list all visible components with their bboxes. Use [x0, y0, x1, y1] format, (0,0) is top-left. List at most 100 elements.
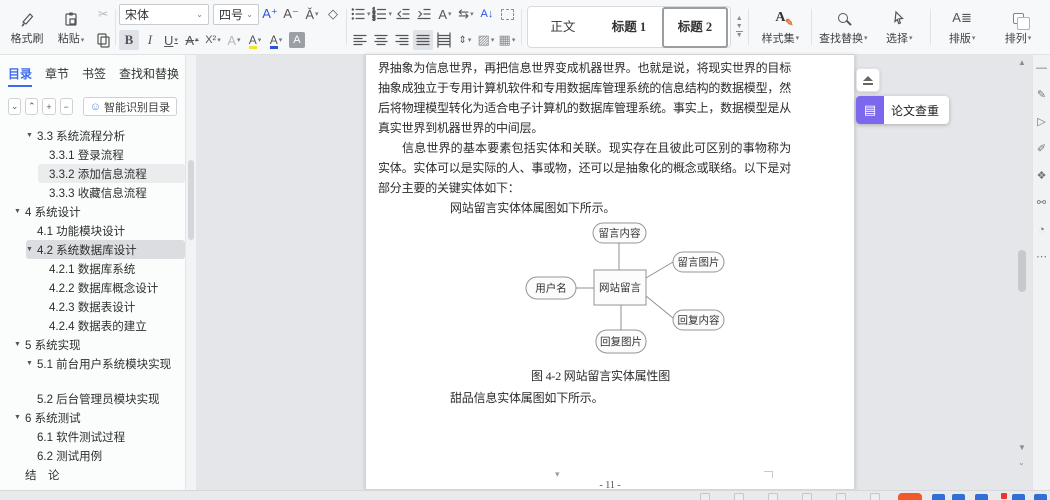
paste-button[interactable]: 粘贴▾ — [50, 2, 92, 52]
find-replace-button[interactable]: 查找替换▾ — [815, 2, 871, 52]
status-icon[interactable] — [836, 493, 846, 500]
toc-zoom-out-button[interactable]: − — [60, 98, 73, 115]
layout-button[interactable]: A≣ 排版▾ — [934, 2, 990, 52]
plagiarism-check-button[interactable]: ▤ 论文查重 — [856, 96, 949, 124]
strikethrough-button[interactable]: A▾ — [182, 30, 202, 50]
clear-format-icon[interactable]: ◇ — [323, 4, 343, 24]
text-effects-icon[interactable]: A▾ — [224, 30, 244, 50]
ribbon-separator — [811, 9, 812, 45]
cut-icon[interactable]: ✂ — [94, 5, 112, 23]
toc-item[interactable]: ▼ 3.3.3 收藏信息流程 — [38, 183, 185, 202]
toc-item[interactable]: ▼ 结 论 — [14, 465, 185, 484]
toc-item[interactable]: ▼ 4.2.4 数据表的建立 — [38, 316, 185, 335]
shrink-font-icon[interactable]: A⁻ — [281, 4, 301, 24]
style-gallery-item[interactable]: 正文 — [530, 7, 596, 48]
sidebar-scrollbar-thumb[interactable] — [188, 160, 194, 240]
scroll-up-arrow[interactable]: ▲ — [1018, 58, 1026, 67]
sidebar-tab[interactable]: 章节 — [45, 65, 69, 87]
toc-expand-button[interactable]: ⌄ — [8, 98, 21, 115]
attribute-label: 留言内容 — [599, 227, 641, 240]
seal-icon[interactable]: ❖ — [1037, 169, 1047, 182]
toc-item[interactable]: ▼ 4 系统设计 — [14, 202, 185, 221]
borders-button[interactable]: ▦▾ — [497, 30, 517, 50]
font-size-select[interactable]: 四号⌄ — [213, 4, 259, 25]
toc-item[interactable]: ▼ 3.3 系统流程分析 — [26, 126, 185, 145]
line-spacing-button[interactable]: ⇕▾ — [455, 30, 475, 50]
numbered-list-button[interactable]: 123▾ — [371, 4, 392, 24]
pinyin-guide-icon[interactable]: Ǎ▾ — [302, 4, 322, 24]
toc-item[interactable]: ▼ 4.1 功能模块设计 — [26, 221, 185, 240]
char-shading-button[interactable]: A — [287, 30, 307, 50]
status-icon[interactable] — [802, 493, 812, 500]
sidebar-tab[interactable]: 查找和替换 — [119, 65, 179, 87]
distribute-button[interactable] — [434, 30, 454, 50]
copy-icon[interactable] — [94, 31, 112, 49]
soft-wrap-icon[interactable]: ⇆▾ — [456, 4, 476, 24]
select-button[interactable]: 选择▾ — [871, 2, 927, 52]
align-right-button[interactable] — [392, 30, 412, 50]
align-center-button[interactable] — [371, 30, 391, 50]
collapse-panel-button[interactable] — [856, 68, 880, 92]
document-page[interactable]: 界抽象为信息世界，再把信息世界变成机器世界。也就是说，将现实世界的目标抽象成独立… — [365, 55, 855, 490]
underline-button[interactable]: U▾ — [161, 30, 181, 50]
ribbon-separator — [346, 9, 347, 45]
more-ellipsis-icon[interactable]: ⋯ — [1036, 250, 1047, 263]
toc-zoom-in-button[interactable]: + — [42, 98, 55, 115]
style-set-button[interactable]: A 样式集▾ — [752, 2, 808, 52]
sidebar-scrollbar[interactable] — [186, 55, 196, 490]
toc-item[interactable]: ▼ 6 系统测试 — [14, 408, 185, 427]
toc-item[interactable]: ▼ 6.1 软件测试过程 — [26, 427, 185, 446]
arrange-button[interactable]: 排列▾ — [990, 2, 1046, 52]
align-left-button[interactable] — [350, 30, 370, 50]
previous-page-arrow[interactable]: ▼ — [1018, 443, 1026, 452]
increase-indent-icon[interactable] — [414, 4, 434, 24]
bullet-list-button[interactable]: ▾ — [350, 4, 371, 24]
text-direction-icon[interactable]: A▾ — [435, 4, 455, 24]
toc-item[interactable]: ▼ 6.2 测试用例 — [26, 446, 185, 465]
toc-item[interactable]: ▼ 5.2 后台管理员模块实现 — [26, 389, 185, 408]
highlight-color-button[interactable]: A▾ — [245, 30, 265, 50]
font-name-select[interactable]: 宋体⌄ — [119, 4, 209, 25]
paragraph-shading-button[interactable]: ▨▾ — [476, 30, 496, 50]
style-gallery-item[interactable]: 标题 2 — [662, 7, 728, 48]
status-icon[interactable] — [870, 493, 880, 500]
annotate-pen-icon[interactable]: ✎ — [1037, 88, 1046, 101]
sidebar-tab[interactable]: 书签 — [82, 65, 106, 87]
style-gallery-item[interactable]: 标题 1 — [596, 7, 662, 48]
bold-button[interactable]: B — [119, 30, 139, 50]
attribute-label: 用户名 — [535, 282, 567, 295]
toc-item[interactable]: ▼ 3.3.2 添加信息流程 — [38, 164, 185, 183]
style-gallery: 正文 标题 1 标题 2 — [527, 6, 731, 48]
sidebar-tab[interactable]: 目录 — [8, 65, 32, 87]
toc-item[interactable]: ▼ 4.2 系统数据库设计 — [26, 240, 185, 259]
grow-font-icon[interactable]: A⁺ — [260, 4, 280, 24]
smart-toc-button[interactable]: ☺智能识别目录 — [83, 97, 177, 116]
format-painter-button[interactable]: 格式刷 — [6, 2, 48, 52]
toc-item[interactable]: ▼ 4.2.1 数据库系统 — [38, 259, 185, 278]
italic-button[interactable]: I — [140, 30, 160, 50]
toc-item[interactable]: ▼ 5 系统实现 — [14, 335, 185, 354]
sort-icon[interactable]: A↓ — [477, 4, 497, 24]
document-scrollbar-thumb[interactable] — [1018, 250, 1026, 292]
next-page-arrow[interactable]: ⌄ — [1018, 458, 1025, 467]
toc-item[interactable]: ▼ 4.2.2 数据库概念设计 — [38, 278, 185, 297]
status-icon[interactable] — [768, 493, 778, 500]
style-gallery-spinner[interactable]: ▲▼▼ — [733, 2, 746, 52]
select-cursor-icon[interactable]: ▷ — [1037, 115, 1045, 128]
align-justify-button[interactable] — [413, 30, 433, 50]
share-icon[interactable]: ⚯ — [1037, 196, 1046, 209]
status-icon[interactable] — [734, 493, 744, 500]
status-icon[interactable] — [700, 493, 710, 500]
highlighter-icon[interactable]: ✐ — [1037, 142, 1046, 155]
superscript-button[interactable]: X²▾ — [203, 30, 223, 50]
hide-whitespace-icon[interactable]: ▾ — [555, 469, 560, 480]
decrease-indent-icon[interactable] — [393, 4, 413, 24]
collapse-strip-icon[interactable]: — — [1036, 61, 1047, 74]
toc-item[interactable]: ▼ 4.2.3 数据表设计 — [38, 297, 185, 316]
show-marks-icon[interactable] — [498, 4, 518, 24]
toc-item[interactable]: ▼ 3.3.1 登录流程 — [38, 145, 185, 164]
font-color-button[interactable]: A▾ — [266, 30, 286, 50]
history-clock-icon[interactable]: ◔ — [1038, 223, 1045, 236]
toc-collapse-button[interactable]: ⌃ — [25, 98, 38, 115]
toc-item[interactable]: ▼ 5.1 前台用户系统模块实现 — [26, 354, 185, 373]
